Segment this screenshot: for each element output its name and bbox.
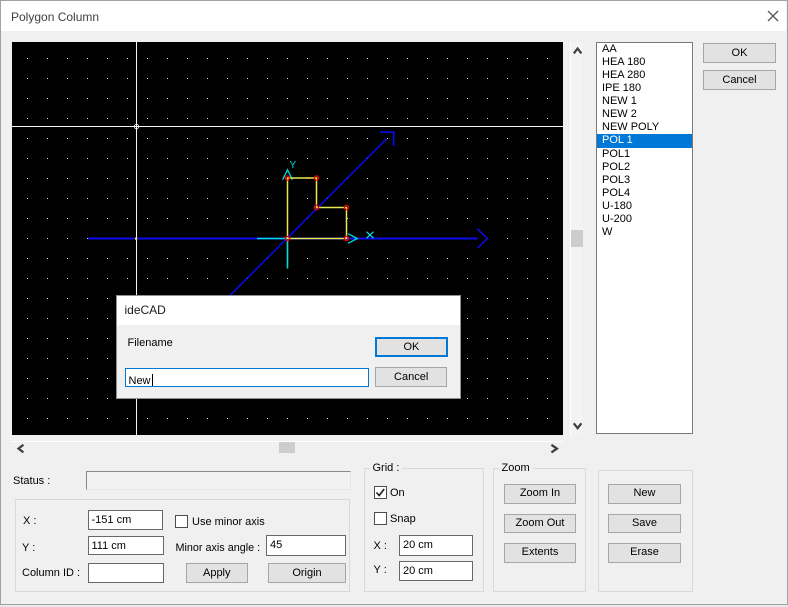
svg-text:Y: Y xyxy=(290,160,297,171)
